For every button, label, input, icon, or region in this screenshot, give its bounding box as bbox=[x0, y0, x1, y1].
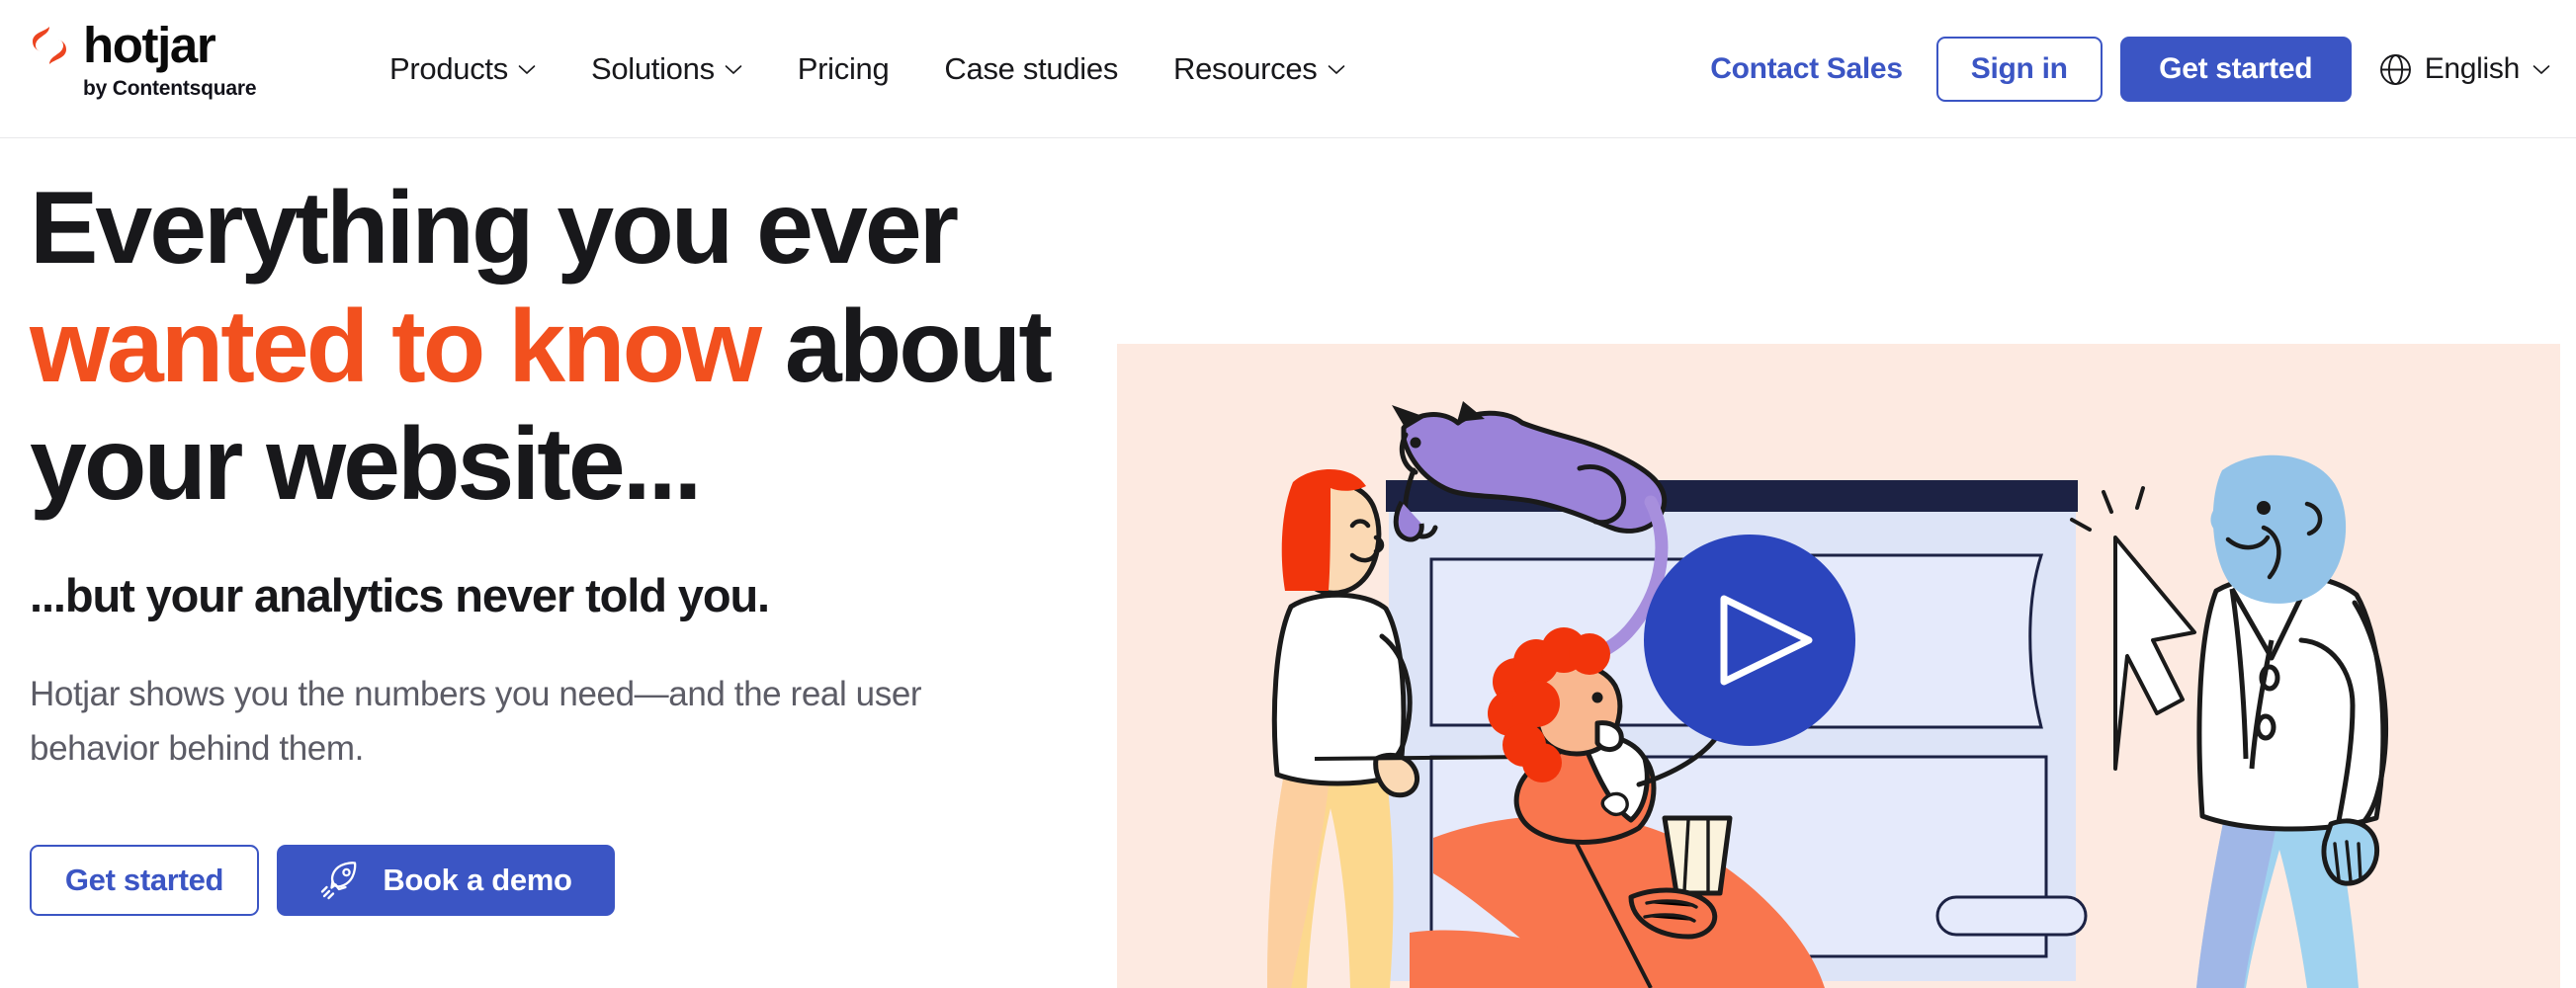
hero-cta-row: Get started Book a demo bbox=[30, 845, 1058, 917]
nav-item-products[interactable]: Products bbox=[362, 0, 563, 138]
brand-row: hotjar bbox=[30, 20, 326, 70]
headline-accent: wanted to know bbox=[30, 288, 762, 404]
book-a-demo-label: Book a demo bbox=[383, 863, 572, 898]
nav-item-label: Resources bbox=[1173, 51, 1318, 86]
book-a-demo-button[interactable]: Book a demo bbox=[277, 845, 615, 917]
nav-item-solutions[interactable]: Solutions bbox=[563, 0, 770, 138]
nav-item-label: Case studies bbox=[944, 51, 1119, 86]
nav-item-label: Products bbox=[389, 51, 508, 86]
chevron-down-icon bbox=[518, 64, 536, 74]
main-navigation: Products Solutions Pricing Case studies … bbox=[362, 0, 1373, 138]
hero-section: Everything you ever wanted to know about… bbox=[0, 138, 2576, 988]
globe-icon bbox=[2379, 53, 2411, 85]
brand-logo[interactable]: hotjar by Contentsquare bbox=[30, 20, 326, 101]
chevron-down-icon bbox=[2533, 64, 2550, 74]
headline-part-1: Everything you ever bbox=[30, 171, 959, 286]
rocket-icon bbox=[321, 862, 357, 900]
site-header: hotjar by Contentsquare Products Solutio… bbox=[0, 0, 2576, 138]
hero-illustration-svg bbox=[1117, 344, 2560, 988]
contact-sales-link[interactable]: Contact Sales bbox=[1710, 52, 1903, 86]
brand-name: hotjar bbox=[83, 17, 216, 73]
get-started-button-header[interactable]: Get started bbox=[2119, 37, 2352, 102]
hotjar-flame-mark-icon bbox=[33, 26, 66, 64]
hero-description: Hotjar shows you the numbers you need—an… bbox=[30, 675, 922, 768]
brand-tagline: by Contentsquare bbox=[83, 77, 257, 100]
language-label: English bbox=[2424, 52, 2521, 85]
nav-item-label: Pricing bbox=[797, 51, 890, 86]
nav-item-resources[interactable]: Resources bbox=[1146, 0, 1372, 138]
nav-item-label: Solutions bbox=[590, 51, 715, 86]
chevron-down-icon bbox=[725, 64, 742, 74]
sign-in-button[interactable]: Sign in bbox=[1935, 37, 2103, 102]
language-selector[interactable]: English bbox=[2379, 52, 2550, 86]
get-started-button-hero[interactable]: Get started bbox=[30, 845, 259, 917]
hero-subheadline: ...but your analytics never told you. bbox=[30, 568, 770, 621]
header-actions: Contact Sales Sign in Get started Englis… bbox=[1710, 0, 2550, 138]
nav-item-case-studies[interactable]: Case studies bbox=[916, 0, 1146, 138]
hero-illustration bbox=[1117, 344, 2560, 988]
nav-item-pricing[interactable]: Pricing bbox=[770, 0, 917, 138]
chevron-down-icon bbox=[1328, 64, 1344, 74]
page-title: Everything you ever wanted to know about… bbox=[30, 170, 1058, 525]
hero-copy: Everything you ever wanted to know about… bbox=[30, 170, 1058, 917]
play-button-graphic[interactable] bbox=[1644, 535, 1855, 746]
